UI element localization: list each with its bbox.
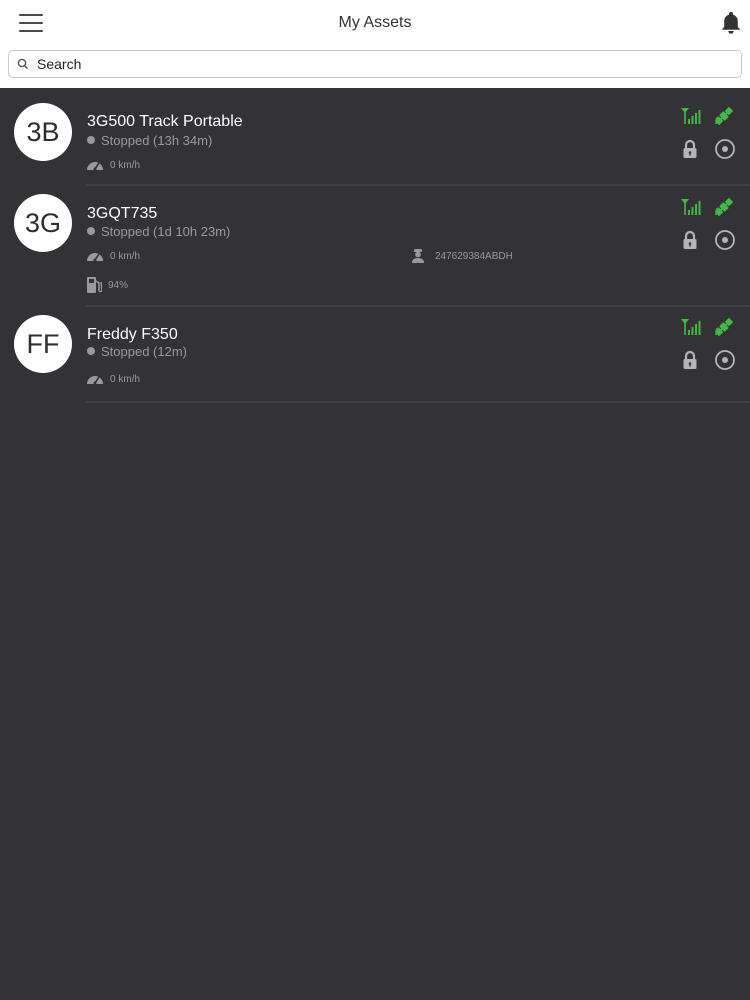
asset-avatar: FF — [14, 315, 72, 373]
speedometer-icon — [86, 372, 104, 386]
asset-avatar: 3G — [14, 194, 72, 252]
top-app-bar: My Assets — [0, 0, 750, 88]
speed-value: 0 km/h — [110, 159, 141, 171]
signal-antenna-icon — [679, 316, 701, 338]
speed-value: 0 km/h — [110, 373, 141, 385]
row-divider — [86, 401, 750, 403]
asset-row[interactable]: FF Freddy F350 Stopped (12m) 0 km/h — [0, 307, 750, 403]
target-icon[interactable] — [714, 229, 736, 251]
asset-name: Freddy F350 — [87, 326, 178, 343]
asset-status: Stopped (12m) — [87, 344, 187, 359]
driver-id: 247629384ABDH — [435, 250, 513, 262]
target-icon[interactable] — [714, 138, 736, 160]
status-text: Stopped (13h 34m) — [101, 133, 213, 148]
signal-antenna-icon — [679, 196, 701, 218]
status-dot — [87, 136, 95, 144]
fuel-level: 94% — [108, 279, 129, 291]
status-dot — [87, 347, 95, 355]
speed-info: 0 km/h — [86, 372, 140, 386]
signal-antenna-icon — [679, 105, 701, 127]
page-title: My Assets — [338, 14, 412, 31]
satellite-icon — [713, 316, 735, 338]
asset-status: Stopped (13h 34m) — [87, 133, 212, 148]
target-icon[interactable] — [714, 349, 736, 371]
status-text: Stopped (1d 10h 23m) — [101, 224, 231, 239]
asset-row[interactable]: 3B 3G500 Track Portable Stopped (13h 34m… — [0, 88, 750, 186]
notifications-button[interactable] — [716, 8, 746, 38]
asset-avatar: 3B — [14, 103, 72, 161]
speed-info: 0 km/h — [86, 158, 140, 172]
lock-icon[interactable] — [679, 138, 701, 160]
speed-info: 0 km/h — [86, 249, 140, 263]
asset-status: Stopped (1d 10h 23m) — [87, 224, 230, 239]
asset-name: 3G500 Track Portable — [87, 113, 243, 130]
satellite-icon — [713, 105, 735, 127]
driver-icon — [410, 248, 426, 264]
driver-info: 247629384ABDH — [410, 248, 513, 264]
speed-value: 0 km/h — [110, 250, 141, 262]
lock-icon[interactable] — [679, 229, 701, 251]
fuel-info: 94% — [86, 276, 128, 294]
satellite-icon — [713, 196, 735, 218]
bell-icon — [721, 12, 741, 34]
speedometer-icon — [86, 158, 104, 172]
lock-icon[interactable] — [679, 349, 701, 371]
asset-name: 3GQT735 — [87, 205, 158, 222]
status-text: Stopped (12m) — [101, 344, 187, 359]
search-input[interactable] — [37, 54, 727, 74]
fuel-pump-icon — [86, 276, 102, 294]
asset-row[interactable]: 3G 3GQT735 Stopped (1d 10h 23m) 0 km/h 2… — [0, 186, 750, 307]
search-bar — [8, 50, 742, 78]
status-dot — [87, 227, 95, 235]
search-icon — [17, 58, 29, 70]
speedometer-icon — [86, 249, 104, 263]
